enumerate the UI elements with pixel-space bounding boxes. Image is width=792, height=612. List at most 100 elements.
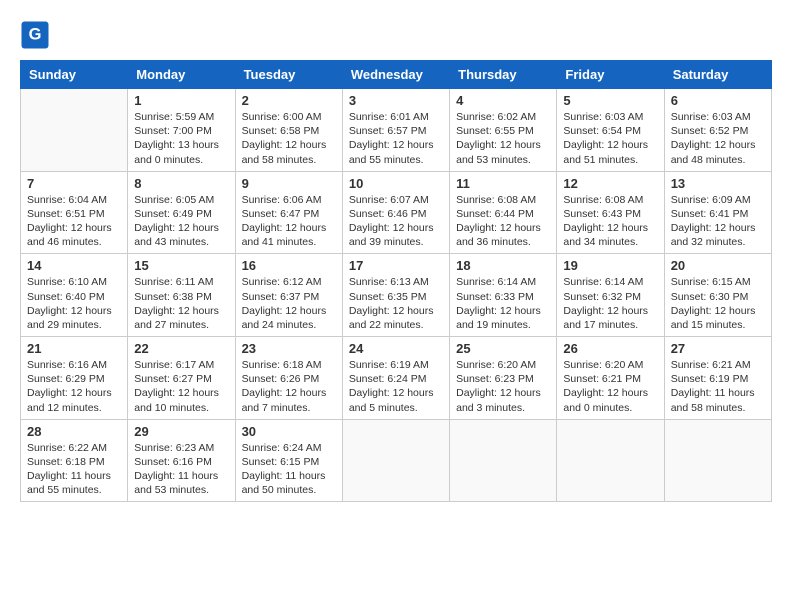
- calendar-week-row: 1 Sunrise: 5:59 AM Sunset: 7:00 PM Daylig…: [21, 89, 772, 172]
- day-number: 19: [563, 258, 657, 273]
- day-info: Sunrise: 6:14 AM Sunset: 6:33 PM Dayligh…: [456, 275, 550, 332]
- day-info: Sunrise: 6:08 AM Sunset: 6:43 PM Dayligh…: [563, 193, 657, 250]
- weekday-header-thursday: Thursday: [450, 61, 557, 89]
- calendar-cell: 9 Sunrise: 6:06 AM Sunset: 6:47 PM Daylig…: [235, 171, 342, 254]
- day-number: 28: [27, 424, 121, 439]
- calendar-cell: 17 Sunrise: 6:13 AM Sunset: 6:35 PM Dayli…: [342, 254, 449, 337]
- day-number: 24: [349, 341, 443, 356]
- calendar-week-row: 7 Sunrise: 6:04 AM Sunset: 6:51 PM Daylig…: [21, 171, 772, 254]
- calendar-cell: 22Sunrise: 6:17 AM Sunset: 6:27 PM Dayli…: [128, 337, 235, 420]
- calendar-cell: 5 Sunrise: 6:03 AM Sunset: 6:54 PM Daylig…: [557, 89, 664, 172]
- day-info: Sunrise: 6:09 AM Sunset: 6:41 PM Dayligh…: [671, 193, 765, 250]
- calendar-cell: 28Sunrise: 6:22 AM Sunset: 6:18 PM Dayli…: [21, 419, 128, 502]
- day-number: 18: [456, 258, 550, 273]
- day-number: 1: [134, 93, 228, 108]
- calendar-cell: [664, 419, 771, 502]
- day-number: 2: [242, 93, 336, 108]
- calendar-table: SundayMondayTuesdayWednesdayThursdayFrid…: [20, 60, 772, 502]
- weekday-header-row: SundayMondayTuesdayWednesdayThursdayFrid…: [21, 61, 772, 89]
- calendar-cell: 29 Sunrise: 6:23 AM Sunset: 6:16 PM Dayli…: [128, 419, 235, 502]
- day-info: Sunrise: 6:02 AM Sunset: 6:55 PM Dayligh…: [456, 110, 550, 167]
- day-info: Sunrise: 6:03 AM Sunset: 6:52 PM Dayligh…: [671, 110, 765, 167]
- day-info: Sunrise: 6:23 AM Sunset: 6:16 PM Dayligh…: [134, 441, 228, 498]
- day-info: Sunrise: 6:03 AM Sunset: 6:54 PM Dayligh…: [563, 110, 657, 167]
- day-number: 30: [242, 424, 336, 439]
- day-number: 7: [27, 176, 121, 191]
- day-number: 25: [456, 341, 550, 356]
- calendar-cell: 3 Sunrise: 6:01 AM Sunset: 6:57 PM Daylig…: [342, 89, 449, 172]
- calendar-cell: 1 Sunrise: 5:59 AM Sunset: 7:00 PM Daylig…: [128, 89, 235, 172]
- calendar-cell: 6 Sunrise: 6:03 AM Sunset: 6:52 PM Daylig…: [664, 89, 771, 172]
- weekday-header-sunday: Sunday: [21, 61, 128, 89]
- day-info: Sunrise: 6:20 AM Sunset: 6:23 PM Dayligh…: [456, 358, 550, 415]
- calendar-cell: 30 Sunrise: 6:24 AM Sunset: 6:15 PM Dayli…: [235, 419, 342, 502]
- day-info: Sunrise: 6:06 AM Sunset: 6:47 PM Dayligh…: [242, 193, 336, 250]
- calendar-week-row: 28Sunrise: 6:22 AM Sunset: 6:18 PM Dayli…: [21, 419, 772, 502]
- calendar-cell: 8 Sunrise: 6:05 AM Sunset: 6:49 PM Daylig…: [128, 171, 235, 254]
- weekday-header-wednesday: Wednesday: [342, 61, 449, 89]
- day-number: 3: [349, 93, 443, 108]
- day-info: Sunrise: 6:15 AM Sunset: 6:30 PM Dayligh…: [671, 275, 765, 332]
- calendar-cell: 2 Sunrise: 6:00 AM Sunset: 6:58 PM Daylig…: [235, 89, 342, 172]
- day-number: 26: [563, 341, 657, 356]
- day-info: Sunrise: 6:11 AM Sunset: 6:38 PM Dayligh…: [134, 275, 228, 332]
- day-info: Sunrise: 6:05 AM Sunset: 6:49 PM Dayligh…: [134, 193, 228, 250]
- day-info: Sunrise: 6:10 AM Sunset: 6:40 PM Dayligh…: [27, 275, 121, 332]
- calendar-cell: 11 Sunrise: 6:08 AM Sunset: 6:44 PM Dayli…: [450, 171, 557, 254]
- calendar-cell: 24 Sunrise: 6:19 AM Sunset: 6:24 PM Dayli…: [342, 337, 449, 420]
- day-number: 11: [456, 176, 550, 191]
- day-info: Sunrise: 6:04 AM Sunset: 6:51 PM Dayligh…: [27, 193, 121, 250]
- logo: G: [20, 20, 54, 50]
- day-info: Sunrise: 6:16 AM Sunset: 6:29 PM Dayligh…: [27, 358, 121, 415]
- day-number: 12: [563, 176, 657, 191]
- calendar-cell: 27Sunrise: 6:21 AM Sunset: 6:19 PM Dayli…: [664, 337, 771, 420]
- calendar-cell: 13Sunrise: 6:09 AM Sunset: 6:41 PM Dayli…: [664, 171, 771, 254]
- day-info: Sunrise: 6:17 AM Sunset: 6:27 PM Dayligh…: [134, 358, 228, 415]
- calendar-cell: 25 Sunrise: 6:20 AM Sunset: 6:23 PM Dayli…: [450, 337, 557, 420]
- weekday-header-friday: Friday: [557, 61, 664, 89]
- day-info: Sunrise: 6:14 AM Sunset: 6:32 PM Dayligh…: [563, 275, 657, 332]
- calendar-cell: [450, 419, 557, 502]
- day-number: 29: [134, 424, 228, 439]
- weekday-header-tuesday: Tuesday: [235, 61, 342, 89]
- calendar-cell: 18 Sunrise: 6:14 AM Sunset: 6:33 PM Dayli…: [450, 254, 557, 337]
- day-info: Sunrise: 6:08 AM Sunset: 6:44 PM Dayligh…: [456, 193, 550, 250]
- day-info: Sunrise: 6:24 AM Sunset: 6:15 PM Dayligh…: [242, 441, 336, 498]
- day-number: 4: [456, 93, 550, 108]
- calendar-cell: [342, 419, 449, 502]
- day-number: 14: [27, 258, 121, 273]
- calendar-cell: 15 Sunrise: 6:11 AM Sunset: 6:38 PM Dayli…: [128, 254, 235, 337]
- calendar-cell: 21 Sunrise: 6:16 AM Sunset: 6:29 PM Dayli…: [21, 337, 128, 420]
- calendar-cell: 4 Sunrise: 6:02 AM Sunset: 6:55 PM Daylig…: [450, 89, 557, 172]
- day-number: 8: [134, 176, 228, 191]
- calendar-cell: 14 Sunrise: 6:10 AM Sunset: 6:40 PM Dayli…: [21, 254, 128, 337]
- day-number: 9: [242, 176, 336, 191]
- day-info: Sunrise: 6:07 AM Sunset: 6:46 PM Dayligh…: [349, 193, 443, 250]
- day-number: 17: [349, 258, 443, 273]
- calendar-cell: 23 Sunrise: 6:18 AM Sunset: 6:26 PM Dayli…: [235, 337, 342, 420]
- day-number: 27: [671, 341, 765, 356]
- calendar-cell: [557, 419, 664, 502]
- day-info: Sunrise: 6:18 AM Sunset: 6:26 PM Dayligh…: [242, 358, 336, 415]
- day-info: Sunrise: 6:12 AM Sunset: 6:37 PM Dayligh…: [242, 275, 336, 332]
- calendar-cell: 10 Sunrise: 6:07 AM Sunset: 6:46 PM Dayli…: [342, 171, 449, 254]
- weekday-header-saturday: Saturday: [664, 61, 771, 89]
- day-info: Sunrise: 5:59 AM Sunset: 7:00 PM Dayligh…: [134, 110, 228, 167]
- day-info: Sunrise: 6:13 AM Sunset: 6:35 PM Dayligh…: [349, 275, 443, 332]
- day-number: 21: [27, 341, 121, 356]
- day-number: 10: [349, 176, 443, 191]
- day-number: 6: [671, 93, 765, 108]
- calendar-cell: 19 Sunrise: 6:14 AM Sunset: 6:32 PM Dayli…: [557, 254, 664, 337]
- day-number: 5: [563, 93, 657, 108]
- day-number: 23: [242, 341, 336, 356]
- calendar-cell: [21, 89, 128, 172]
- day-number: 15: [134, 258, 228, 273]
- day-info: Sunrise: 6:20 AM Sunset: 6:21 PM Dayligh…: [563, 358, 657, 415]
- logo-icon: G: [20, 20, 50, 50]
- day-info: Sunrise: 6:01 AM Sunset: 6:57 PM Dayligh…: [349, 110, 443, 167]
- calendar-week-row: 14 Sunrise: 6:10 AM Sunset: 6:40 PM Dayli…: [21, 254, 772, 337]
- calendar-cell: 26 Sunrise: 6:20 AM Sunset: 6:21 PM Dayli…: [557, 337, 664, 420]
- day-info: Sunrise: 6:19 AM Sunset: 6:24 PM Dayligh…: [349, 358, 443, 415]
- day-info: Sunrise: 6:00 AM Sunset: 6:58 PM Dayligh…: [242, 110, 336, 167]
- page-header: G: [20, 20, 772, 50]
